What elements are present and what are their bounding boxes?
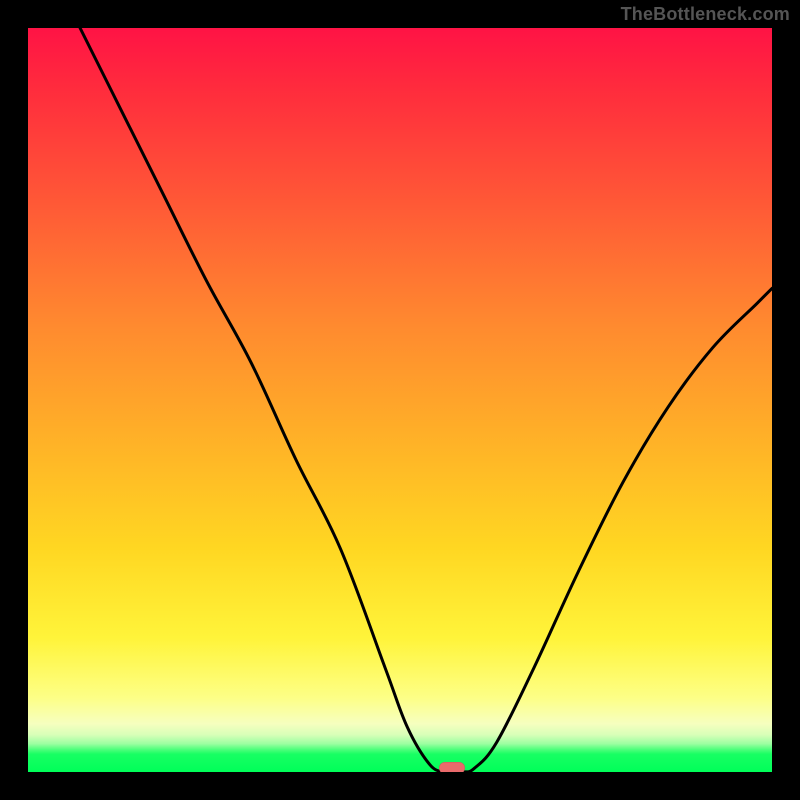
watermark-text: TheBottleneck.com [621, 4, 790, 25]
curve-svg [28, 28, 772, 772]
plot-area [28, 28, 772, 772]
bottleneck-curve [80, 28, 772, 772]
chart-container: TheBottleneck.com [0, 0, 800, 800]
optimum-marker [439, 762, 465, 772]
